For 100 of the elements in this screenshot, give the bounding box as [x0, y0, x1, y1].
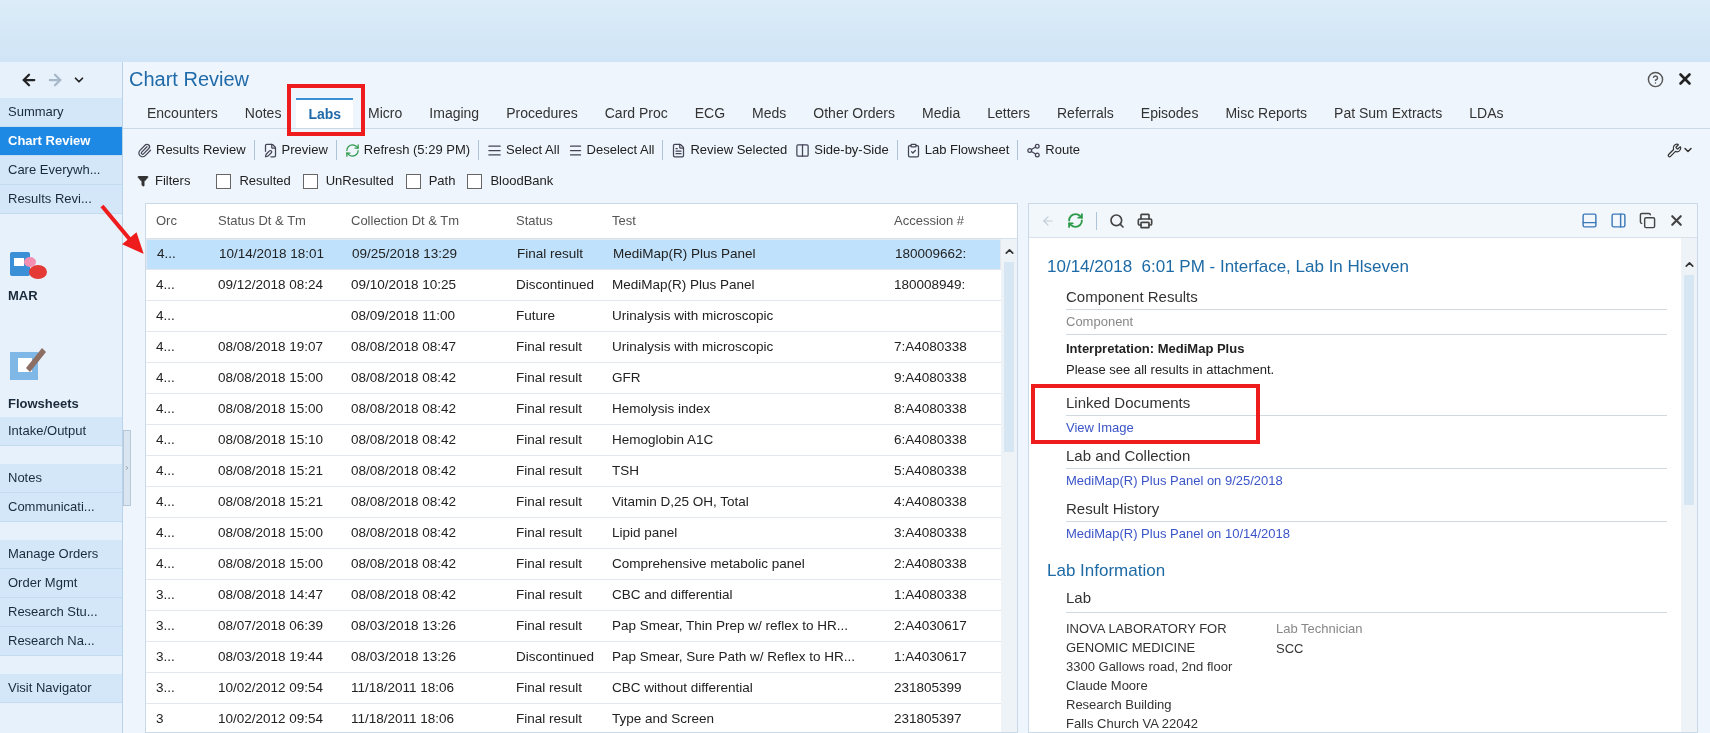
toolbar-button[interactable]: Preview	[258, 137, 332, 163]
table-cell-text: 4...	[156, 245, 177, 264]
checkbox[interactable]	[467, 173, 483, 189]
column-header[interactable]: Orc	[146, 211, 208, 231]
sidebar-item[interactable]: Communicati...	[0, 493, 122, 522]
wrench-icon[interactable]	[1667, 142, 1682, 158]
table-row[interactable]: 3... 10/02/2012 09:54 11/18/2011 18:06 Final result CBC without differential 231805399	[146, 673, 1001, 704]
checkbox[interactable]	[302, 173, 318, 189]
scrollbar[interactable]	[1001, 239, 1017, 732]
table-cell-text: 08/08/2018 15:21	[217, 461, 325, 480]
sidebar-item[interactable]: Care Everywh...	[0, 156, 122, 185]
table-row[interactable]: 3... 08/03/2018 19:44 08/03/2018 13:26 Discontinued Pap Smear, Sure Path w/ Reflex to HR... 1:A4030617	[146, 642, 1001, 673]
sidebar-item[interactable]: Results Revi...	[0, 185, 122, 214]
sidebar-item[interactable]: MAR	[8, 286, 114, 306]
result-heading: 10/14/2018 6:01 PM - Interface, Lab In Hlseven	[1047, 256, 1410, 278]
address-line: Falls Church VA 22042	[1066, 714, 1199, 732]
toolbar-button[interactable]: Side-by-Side	[791, 137, 893, 163]
copy-icon[interactable]	[1639, 212, 1656, 229]
table-cell-text: 08/08/2018 15:21	[217, 492, 325, 511]
table-row[interactable]: 3... 08/08/2018 14:47 08/08/2018 08:42 Final result CBC and differential 1:A4080338	[146, 580, 1001, 611]
toolbar-button[interactable]: Review Selected	[667, 137, 792, 163]
panel-bottom-icon[interactable]	[1581, 212, 1598, 229]
toolbar-button[interactable]: Lab Flowsheet	[901, 137, 1014, 163]
tab[interactable]: Labs	[296, 98, 354, 128]
tab[interactable]: Card Proc	[592, 98, 680, 128]
order-link[interactable]: MediMap(R) Plus Panel on 9/25/2018	[1066, 471, 1667, 491]
sidebar-item[interactable]: Visit Navigator	[0, 674, 122, 703]
toolbar-button[interactable]: Deselect All	[563, 137, 659, 163]
toolbar-button[interactable]: Route	[1022, 137, 1084, 163]
toolbar-button[interactable]: Select All	[483, 137, 564, 163]
close-icon[interactable]	[1668, 212, 1685, 229]
table-cell-text: 08/07/2018 06:39	[217, 616, 325, 635]
refresh-icon[interactable]	[1067, 212, 1084, 229]
tab[interactable]: Media	[910, 98, 973, 128]
table-cell-text: 1:A4030617	[893, 647, 968, 666]
checkbox-label: Resulted	[239, 172, 291, 191]
sidebar-item[interactable]: Notes	[0, 464, 122, 493]
table-cell-text: 6:A4080338	[893, 430, 968, 449]
tab[interactable]: Other Orders	[801, 98, 908, 128]
toolbar-button[interactable]: Results Review	[133, 137, 250, 163]
table-row[interactable]: 4... 10/14/2018 18:01 09/25/2018 13:29 Final result MediMap(R) Plus Panel 180009662:	[146, 239, 1001, 270]
sidebar-item[interactable]: Summary	[0, 98, 122, 127]
table-cell-text: Final result	[515, 709, 584, 728]
table-row[interactable]: 4... 08/08/2018 15:21 08/08/2018 08:42 Final result Vitamin D,25 OH, Total 4:A4080338	[146, 487, 1001, 518]
print-icon[interactable]	[1137, 212, 1153, 229]
toolbar-button[interactable]: Refresh (5:29 PM)	[340, 137, 475, 163]
sidebar-item[interactable]: Order Mgmt	[0, 569, 122, 598]
panel-right-icon[interactable]	[1610, 212, 1627, 229]
history-link[interactable]: MediMap(R) Plus Panel on 10/14/2018	[1066, 524, 1667, 544]
table-row[interactable]: 4... 08/09/2018 11:00 Future Urinalysis with microscopic	[146, 301, 1001, 332]
table-row[interactable]: 4... 08/08/2018 15:00 08/08/2018 08:42 Final result Lipid panel 3:A4080338	[146, 518, 1001, 549]
tab[interactable]: Referrals	[1045, 98, 1126, 128]
tab[interactable]: Micro	[356, 98, 415, 128]
checkbox[interactable]	[216, 173, 232, 189]
column-header[interactable]: Collection Dt & Tm	[341, 211, 506, 231]
table-row[interactable]: 4... 08/08/2018 15:21 08/08/2018 08:42 Final result TSH 5:A4080338	[146, 456, 1001, 487]
table-cell-text: 09/25/2018 13:29	[351, 245, 459, 264]
sidebar-item[interactable]: Research Na...	[0, 627, 122, 656]
filters-button[interactable]: Filters	[137, 171, 191, 191]
section-title: Component Results	[1066, 285, 1667, 310]
table-cell-text: 4...	[155, 523, 176, 542]
column-header[interactable]: Status	[506, 211, 602, 231]
tab[interactable]: Misc Reports	[1213, 98, 1320, 128]
close-icon[interactable]	[1676, 70, 1694, 88]
column-header[interactable]: Accession #	[884, 211, 994, 231]
table-row[interactable]: 4... 08/08/2018 15:00 08/08/2018 08:42 Final result Comprehensive metabolic panel 2:A4080338	[146, 549, 1001, 580]
table-cell-text: Urinalysis with microscopic	[611, 337, 775, 356]
collapse-handle[interactable]	[123, 430, 131, 506]
tab[interactable]: Meds	[740, 98, 799, 128]
sidebar-item[interactable]: Chart Review	[0, 127, 122, 156]
tab[interactable]: Imaging	[417, 98, 492, 128]
table-row[interactable]: 3... 08/07/2018 06:39 08/03/2018 13:26 Final result Pap Smear, Thin Prep w/ reflex to HR... 2:A4030617	[146, 611, 1001, 642]
address-line: INOVA LABORATORY FOR	[1066, 619, 1228, 638]
table-cell-text: Final result	[515, 337, 584, 356]
table-cell-text: 3:A4080338	[893, 523, 968, 542]
checkbox[interactable]	[405, 173, 421, 189]
sidebar-item[interactable]: Research Stu...	[0, 598, 122, 627]
table-row[interactable]: 4... 08/08/2018 15:00 08/08/2018 08:42 Final result Hemolysis index 8:A4080338	[146, 394, 1001, 425]
tab[interactable]: Episodes	[1128, 98, 1211, 128]
view-image-link[interactable]: View Image	[1066, 418, 1667, 438]
sidebar-item[interactable]: Intake/Output	[0, 417, 122, 446]
column-header[interactable]: Test	[602, 211, 884, 231]
tab[interactable]: Notes	[232, 98, 294, 128]
tab[interactable]: Letters	[975, 98, 1042, 128]
scrollbar[interactable]	[1681, 238, 1697, 732]
sidebar-item[interactable]: Manage Orders	[0, 540, 122, 569]
table-cell-text: 3...	[155, 647, 176, 666]
sidebar-item[interactable]: Flowsheets	[8, 393, 114, 413]
search-icon[interactable]	[1109, 212, 1125, 229]
table-row[interactable]: 4... 09/12/2018 08:24 09/10/2018 10:25 Discontinued MediMap(R) Plus Panel 180008949:	[146, 270, 1001, 301]
tab[interactable]: Encounters	[135, 98, 230, 128]
tab[interactable]: LDAs	[1457, 98, 1516, 128]
column-header[interactable]: Status Dt & Tm	[208, 211, 341, 231]
tab[interactable]: Pat Sum Extracts	[1322, 98, 1455, 128]
tab[interactable]: Procedures	[494, 98, 590, 128]
table-row[interactable]: 4... 08/08/2018 19:07 08/08/2018 08:47 Final result Urinalysis with microscopic 7:A4080338	[146, 332, 1001, 363]
help-icon[interactable]	[1647, 70, 1664, 88]
table-row[interactable]: 4... 08/08/2018 15:00 08/08/2018 08:42 Final result GFR 9:A4080338	[146, 363, 1001, 394]
tab[interactable]: ECG	[682, 98, 738, 128]
table-row[interactable]: 4... 08/08/2018 15:10 08/08/2018 08:42 Final result Hemoglobin A1C 6:A4080338	[146, 425, 1001, 456]
